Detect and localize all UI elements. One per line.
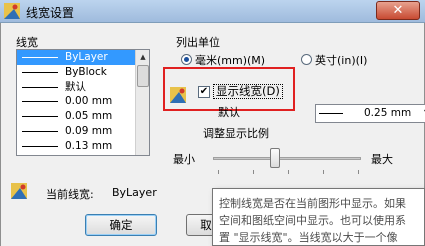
tooltip-line: 空间和图纸空间中显示。也可以使用系 [219, 214, 406, 227]
lineweight-line-sample [22, 116, 58, 118]
lineweight-list-item[interactable]: 0.13 mm [17, 139, 149, 154]
lineweight-item-label: ByBlock [65, 65, 107, 78]
lineweight-item-label: 0.13 mm [65, 139, 113, 152]
lineweight-list[interactable]: ByLayer ByBlock 默认 0.00 mm 0.05 mm 0.09 mm 0.1… [16, 49, 150, 156]
current-lineweight-icon [11, 183, 27, 199]
scroll-thumb[interactable] [137, 65, 149, 87]
lineweight-item-label: ByLayer [65, 51, 108, 63]
lineweight-item-label: 0.09 mm [65, 124, 113, 137]
scroll-up-icon[interactable]: ▲ [137, 51, 149, 63]
scale-group-title: 调整显示比例 [203, 127, 269, 140]
units-group-title: 列出单位 [176, 36, 220, 49]
window-title: 线宽设置 [26, 6, 75, 20]
lineweight-line-sample [22, 71, 58, 73]
lineweight-line-sample [22, 101, 58, 103]
tooltip-line: 控制线宽是否在当前图形中显示。如果 [219, 197, 406, 210]
lineweight-item-label: 0.05 mm [65, 110, 113, 123]
scale-min-label: 最小 [173, 153, 195, 166]
lineweight-list-item[interactable]: 0.00 mm [17, 94, 149, 109]
radio-inches-label[interactable]: 英寸(in)(I) [315, 52, 367, 68]
app-icon [4, 3, 20, 19]
lineweight-item-label: 默认 [65, 80, 86, 93]
lineweight-list-item[interactable]: ByLayer [17, 50, 149, 65]
lineweight-list-item[interactable]: ByBlock [17, 65, 149, 80]
default-lineweight-value: 0.25 mm [364, 107, 412, 119]
scale-slider-track[interactable] [213, 157, 361, 160]
radio-millimeters[interactable] [181, 54, 192, 65]
lineweight-item-label: 0.00 mm [65, 95, 113, 108]
default-lineweight-dropdown[interactable]: 0.25 mm ▼ [315, 104, 425, 123]
lineweight-line-sample [22, 130, 58, 132]
close-button[interactable]: ✕ [376, 1, 420, 20]
lineweight-rows: ByLayer ByBlock 默认 0.00 mm 0.05 mm 0.09 mm 0.1… [17, 50, 149, 154]
scale-slider-thumb[interactable] [270, 148, 280, 168]
slider-tick [218, 170, 219, 174]
close-icon: ✕ [392, 3, 404, 18]
current-lineweight-label: 当前线宽: [46, 188, 94, 201]
lineweight-list-item[interactable]: 0.09 mm [17, 124, 149, 139]
slider-tick [288, 170, 289, 174]
title-bar: 线宽设置 ✕ [0, 0, 425, 23]
lineweight-line-sample [22, 145, 58, 147]
lineweight-line-sample [22, 86, 58, 88]
list-scrollbar[interactable]: ▲ [135, 50, 149, 155]
combo-line-preview [319, 113, 343, 114]
slider-tick [323, 170, 324, 174]
lineweight-list-item[interactable]: 0.05 mm [17, 109, 149, 124]
tooltip-line: 置 "显示线宽"。当线宽以大于一个像 [219, 231, 398, 244]
default-lineweight-label: 默认 [218, 106, 240, 119]
radio-millimeters-label[interactable]: 毫米(mm)(M) [195, 52, 265, 68]
scale-max-label: 最大 [371, 153, 393, 166]
current-lineweight-value: ByLayer [112, 186, 157, 199]
lineweight-list-item[interactable]: 默认 [17, 80, 149, 95]
help-tooltip: 控制线宽是否在当前图形中显示。如果 空间和图纸空间中显示。也可以使用系 置 "显… [212, 188, 425, 246]
lineweights-label: 线宽 [16, 36, 38, 49]
radio-inches[interactable] [301, 54, 312, 65]
slider-tick [358, 170, 359, 174]
lineweight-line-sample [22, 57, 58, 58]
slider-tick [253, 170, 254, 174]
ok-button[interactable]: 确定 [85, 214, 157, 236]
